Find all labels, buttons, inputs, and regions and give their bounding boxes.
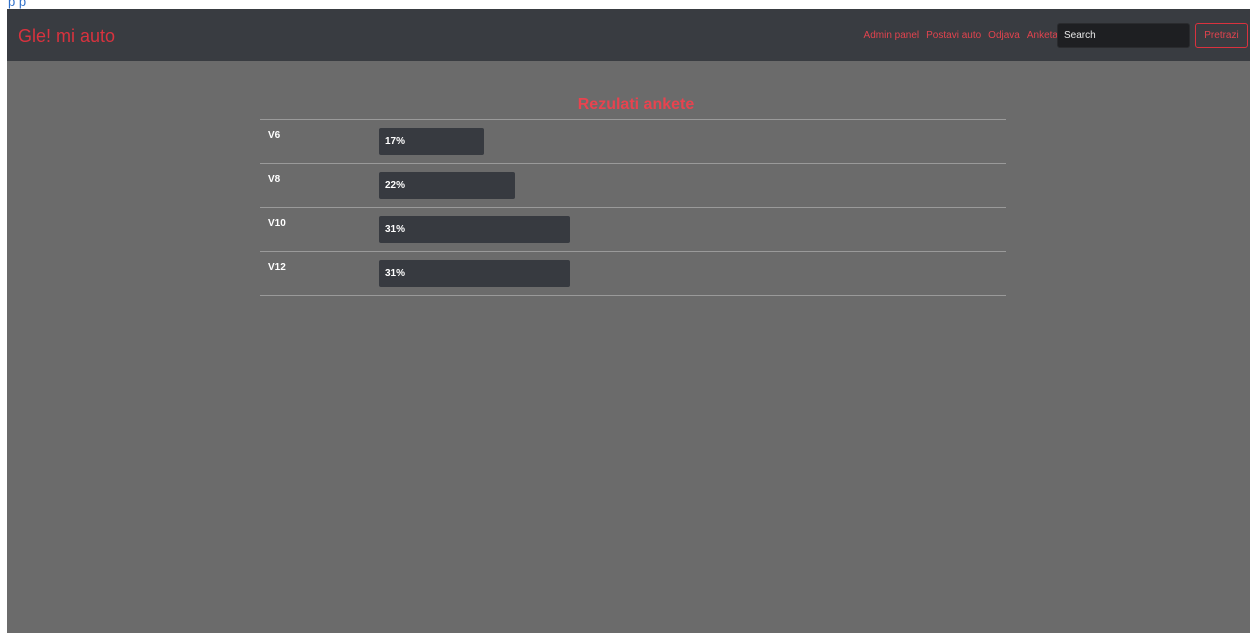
search-button[interactable]: Pretrazi [1195,23,1248,48]
nav-link-odjava[interactable]: Odjava [988,30,1020,41]
app-frame: Gle! mi auto Admin panel Postavi auto Od… [7,9,1250,633]
option-label: V6 [268,130,281,141]
progress-bar: 31% [379,216,570,243]
result-row: V12 31% [260,252,1006,296]
progress-value: 22% [385,180,406,191]
progress-value: 31% [385,268,406,279]
progress-bar: 31% [379,260,570,287]
result-row: V10 31% [260,208,1006,252]
option-label: V8 [268,174,281,185]
search-input[interactable] [1057,23,1190,48]
brand-logo[interactable]: Gle! mi auto [18,26,115,47]
progress-track: 17% [379,128,995,155]
result-row: V6 17% [260,120,1006,164]
nav-link-anketa[interactable]: Anketa [1027,30,1058,41]
navbar: Gle! mi auto Admin panel Postavi auto Od… [7,9,1250,61]
option-label: V12 [268,262,286,273]
page-title: Rezulati ankete [260,93,1006,120]
results-list: V6 17% V8 22% V10 31% V12 31% [260,120,1006,296]
poll-results: Rezulati ankete V6 17% V8 22% V10 31% V12 31% [260,93,1006,296]
result-row: V8 22% [260,164,1006,208]
progress-value: 31% [385,224,406,235]
option-label: V10 [268,218,286,229]
progress-bar: 22% [379,172,515,199]
progress-track: 31% [379,260,995,287]
progress-bar: 17% [379,128,484,155]
progress-track: 22% [379,172,995,199]
clipped-top-link: p p [8,0,27,9]
progress-value: 17% [385,136,406,147]
nav-links: Admin panel Postavi auto Odjava Anketa [864,30,1058,41]
nav-link-admin-panel[interactable]: Admin panel [864,30,920,41]
progress-track: 31% [379,216,995,243]
nav-link-postavi-auto[interactable]: Postavi auto [926,30,981,41]
